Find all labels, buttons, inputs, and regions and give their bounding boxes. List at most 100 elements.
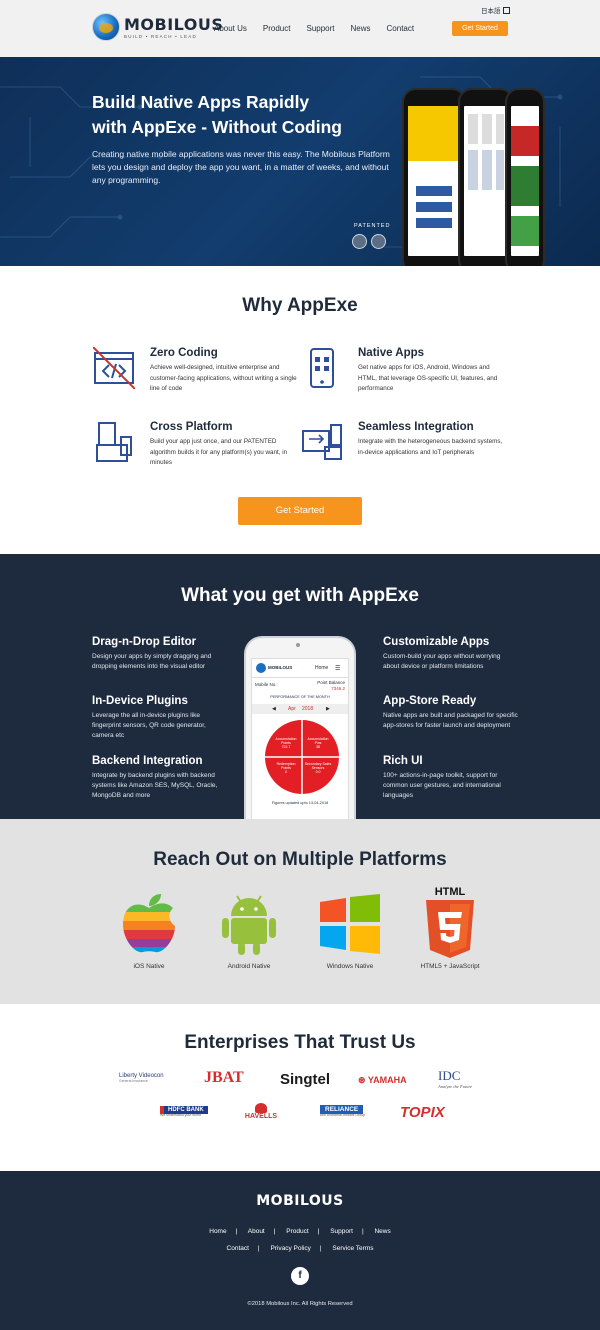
copyright: ©2018 Mobilous Inc. All Rights Reserved xyxy=(247,1301,353,1307)
pie-label-text: Secondary Sales Sensors xyxy=(304,762,332,770)
platform-label: iOS Native xyxy=(133,963,165,970)
logo-idc: IDC Analyze the Future xyxy=(438,1068,472,1089)
logo-jbat: JBAT xyxy=(204,1069,244,1086)
separator: | xyxy=(273,1228,276,1235)
get-started-header-button[interactable]: Get Started xyxy=(452,21,508,36)
screen-button xyxy=(416,218,452,228)
devices-icon xyxy=(96,422,132,462)
main-nav: About Us Product Support News Contact xyxy=(214,24,430,33)
android-icon xyxy=(222,895,276,955)
app-preview-screen: MOBILOUS Home ☰ Mobile No.: Point Balanc… xyxy=(251,658,349,826)
footer-link-contact[interactable]: Contact xyxy=(227,1245,249,1252)
performance-label: PERFORMANCE OF THE MONTH xyxy=(270,695,330,699)
pie-label: Redemption Points 0 xyxy=(272,762,300,774)
get-started-button[interactable]: Get Started xyxy=(238,497,362,525)
separator: | xyxy=(361,1228,364,1235)
nav-news[interactable]: News xyxy=(351,24,371,33)
footer-link-home[interactable]: Home xyxy=(209,1228,226,1235)
app-preview-phone: MOBILOUS Home ☰ Mobile No.: Point Balanc… xyxy=(244,636,356,826)
get-item-title: Rich UI xyxy=(383,755,423,767)
facebook-icon[interactable]: f xyxy=(291,1267,309,1285)
footer-nav-row-2: Contact | Privacy Policy | Service Terms xyxy=(0,1245,600,1252)
language-link[interactable]: 日本語 xyxy=(481,5,510,15)
nav-product[interactable]: Product xyxy=(263,24,291,33)
feature-title: Cross Platform xyxy=(150,421,233,433)
hamburger-menu-icon[interactable]: ☰ xyxy=(335,665,340,672)
logo-tagline: General Insurance xyxy=(119,1079,148,1083)
nav-about[interactable]: About Us xyxy=(214,24,247,33)
hero-title-line-2: with AppExe - Without Coding xyxy=(92,117,342,137)
point-balance-label: Point Balance xyxy=(317,680,345,685)
feature-text: Achieve well-designed, intuitive enterpr… xyxy=(150,364,297,392)
sync-devices-icon xyxy=(302,424,342,460)
footer-link-product[interactable]: Product xyxy=(286,1228,308,1235)
logo-hdfc-bank: HDFC BANK We understand your world xyxy=(160,1106,208,1117)
feature-text: Build your app just once, and our PATENT… xyxy=(150,438,288,466)
footer-link-support[interactable]: Support xyxy=(330,1228,353,1235)
get-item-title: Drag-n-Drop Editor xyxy=(92,636,197,648)
pie-label-value: 0 xyxy=(285,770,287,774)
pie-label: Secondary Sales Sensors 0.0 xyxy=(304,762,332,774)
feature-title: Native Apps xyxy=(358,347,425,359)
what-you-get-section: What you get with AppExe Drag-n-Drop Edi… xyxy=(0,554,600,826)
footer-brand: MOBILOUS xyxy=(256,1193,344,1209)
footer-link-privacy[interactable]: Privacy Policy xyxy=(270,1245,310,1252)
mobilous-logo[interactable]: MOBILOUS BUILD • REACH • LEAD xyxy=(92,13,223,43)
apple-icon xyxy=(123,894,175,953)
logo-topix: TOPIX xyxy=(400,1104,445,1121)
phone-screen xyxy=(464,106,508,256)
next-arrow-icon[interactable]: ▶ xyxy=(326,706,330,712)
nav-support[interactable]: Support xyxy=(306,24,334,33)
prev-arrow-icon[interactable]: ◀ xyxy=(272,706,276,712)
get-item-text: Custom-build your apps without worrying … xyxy=(383,653,501,670)
get-item-title: Backend Integration xyxy=(92,755,203,767)
mobile-no-label: Mobile No.: xyxy=(255,682,278,687)
pie-label-text: Accumulation Points xyxy=(275,737,297,745)
footer-link-terms[interactable]: Service Terms xyxy=(332,1245,373,1252)
logo-reliance: RELIANCE Anil Dhirubhai Ambani Group xyxy=(320,1105,365,1117)
logo-text: IDC xyxy=(438,1068,461,1083)
app-logo-icon xyxy=(256,663,266,673)
get-item-title: In-Device Plugins xyxy=(92,695,188,707)
why-section-title: Why AppExe xyxy=(242,295,358,316)
html-wordmark: HTML xyxy=(434,886,466,898)
html5-shield-icon xyxy=(426,900,474,958)
platform-label: Windows Native xyxy=(326,963,374,970)
brand-name: MOBILOUS xyxy=(124,15,224,34)
app-home-link[interactable]: Home xyxy=(315,665,328,671)
no-code-icon xyxy=(93,347,135,389)
separator: | xyxy=(235,1228,238,1235)
divider xyxy=(252,677,348,678)
screen-banner xyxy=(511,216,539,246)
feature-title: Seamless Integration xyxy=(358,421,474,433)
logo-yamaha: ⊛ YAMAHA xyxy=(358,1075,407,1085)
figures-updated: Figures updated upto 13-04-2018 xyxy=(271,801,329,805)
platform-label: Android Native xyxy=(227,963,271,970)
footer-link-about[interactable]: About xyxy=(248,1228,265,1235)
nav-contact[interactable]: Contact xyxy=(387,24,415,33)
logo-liberty-videocon: Liberty Videocon General Insurance xyxy=(119,1073,164,1083)
enterprises-title: Enterprises That Trust Us xyxy=(184,1032,416,1053)
screen-banner xyxy=(511,166,539,206)
separator: | xyxy=(319,1245,322,1252)
logo-singtel: Singtel xyxy=(280,1071,331,1088)
camera-icon xyxy=(296,643,300,647)
screen-icons xyxy=(468,150,504,190)
performance-pie xyxy=(265,720,339,794)
get-item-text: 100+ actions-in-page toolkit, support fo… xyxy=(383,772,501,799)
footer-link-news[interactable]: News xyxy=(374,1228,390,1235)
screen-header xyxy=(408,106,460,161)
site-header: MOBILOUS BUILD • REACH • LEAD About Us P… xyxy=(0,0,600,57)
screen-button xyxy=(416,186,452,196)
get-item: Rich UI 100+ actions-in-page toolkit, su… xyxy=(383,755,518,801)
pie-label: Accumulation Points 722.7 xyxy=(272,737,300,749)
get-item: Customizable Apps Custom-build your apps… xyxy=(383,636,518,672)
logo-tagline: We understand your world xyxy=(160,1113,201,1117)
logo-text: YAMAHA xyxy=(367,1075,407,1085)
month-selector[interactable]: ◀ Apr 2018 ▶ xyxy=(252,704,348,714)
patent-seal-icon xyxy=(352,234,367,249)
separator: | xyxy=(317,1228,320,1235)
logo-tagline: Analyze the Future xyxy=(438,1084,473,1089)
get-item-text: Leverage the all in-device plugins like … xyxy=(92,712,206,739)
phone-mockup xyxy=(402,88,466,266)
